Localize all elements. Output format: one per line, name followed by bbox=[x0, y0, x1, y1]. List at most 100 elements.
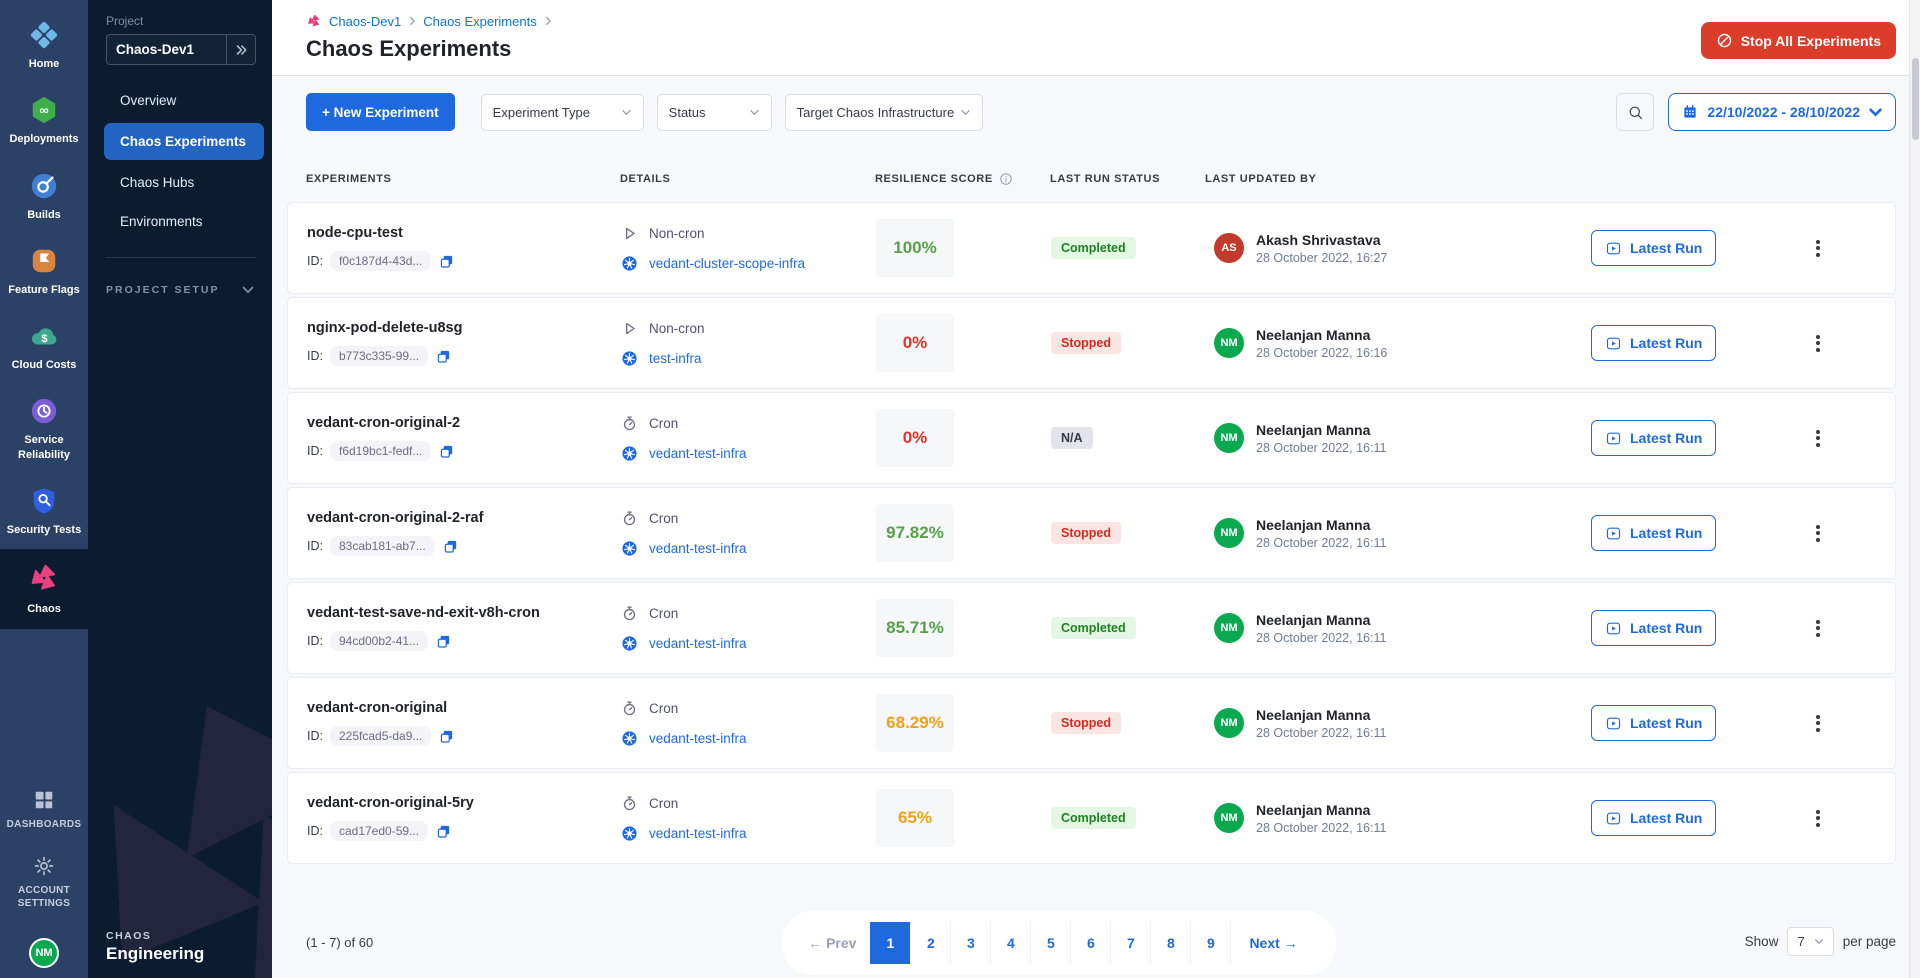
nav-item-chaos-experiments[interactable]: Chaos Experiments bbox=[104, 123, 264, 160]
dashboards-icon bbox=[33, 789, 55, 811]
page-button-7[interactable]: 7 bbox=[1110, 922, 1150, 964]
infrastructure-link[interactable]: vedant-test-infra bbox=[649, 446, 747, 461]
infrastructure-link[interactable]: vedant-cluster-scope-infra bbox=[649, 256, 805, 271]
cron-icon bbox=[621, 510, 638, 527]
sidebar-item-home[interactable]: Home bbox=[0, 8, 88, 83]
breadcrumb-chaos-experiments[interactable]: Chaos Experiments bbox=[423, 14, 536, 29]
sidebar-item-account-settings[interactable]: ACCOUNT SETTINGS bbox=[0, 843, 88, 922]
info-icon[interactable] bbox=[999, 172, 1013, 186]
date-range-picker[interactable]: 22/10/2022 - 28/10/2022 bbox=[1668, 93, 1896, 131]
latest-run-button[interactable]: Latest Run bbox=[1591, 705, 1716, 741]
next-page-button[interactable]: Next bbox=[1230, 922, 1315, 964]
updated-timestamp: 28 October 2022, 16:16 bbox=[1256, 346, 1387, 360]
user-name: Neelanjan Manna bbox=[1256, 707, 1386, 723]
sidebar-item-feature-flags[interactable]: Feature Flags bbox=[0, 234, 88, 309]
table-row[interactable]: vedant-cron-original-2 ID: f6d19bc1-fedf… bbox=[287, 392, 1896, 484]
table-row[interactable]: nginx-pod-delete-u8sg ID: b773c335-99...… bbox=[287, 297, 1896, 389]
experiment-name[interactable]: vedant-cron-original-5ry bbox=[307, 795, 621, 811]
copy-icon[interactable] bbox=[435, 348, 452, 365]
sidebar-item-label: Builds bbox=[27, 208, 61, 222]
infrastructure-link[interactable]: test-infra bbox=[649, 351, 702, 366]
kebab-menu[interactable] bbox=[1810, 706, 1826, 740]
per-page-select[interactable]: 7 bbox=[1787, 927, 1833, 956]
nav-item-chaos-hubs[interactable]: Chaos Hubs bbox=[88, 163, 272, 202]
scrollbar[interactable] bbox=[1909, 0, 1920, 978]
copy-icon[interactable] bbox=[438, 443, 455, 460]
kebab-menu[interactable] bbox=[1810, 516, 1826, 550]
infrastructure-link[interactable]: vedant-test-infra bbox=[649, 826, 747, 841]
status-filter[interactable]: Status bbox=[657, 94, 772, 131]
sidebar-item-dashboards[interactable]: DASHBOARDS bbox=[4, 777, 85, 843]
table-row[interactable]: vedant-cron-original-5ry ID: cad17ed0-59… bbox=[287, 772, 1896, 864]
page-button-5[interactable]: 5 bbox=[1030, 922, 1070, 964]
copy-icon[interactable] bbox=[438, 728, 455, 745]
latest-run-button[interactable]: Latest Run bbox=[1591, 325, 1716, 361]
details-cell: Non-cron test-infra bbox=[621, 320, 876, 367]
sidebar-item-chaos[interactable]: Chaos bbox=[0, 549, 88, 628]
copy-icon[interactable] bbox=[435, 633, 452, 650]
latest-run-button[interactable]: Latest Run bbox=[1591, 800, 1716, 836]
user-avatar[interactable]: NM bbox=[29, 938, 59, 968]
search-button[interactable] bbox=[1616, 93, 1654, 131]
kubernetes-icon bbox=[621, 635, 638, 652]
table-row[interactable]: vedant-test-save-nd-exit-v8h-cron ID: 94… bbox=[287, 582, 1896, 674]
infrastructure-link[interactable]: vedant-test-infra bbox=[649, 636, 747, 651]
page-button-1[interactable]: 1 bbox=[870, 922, 910, 964]
experiment-name[interactable]: vedant-cron-original-2-raf bbox=[307, 510, 621, 526]
page-button-4[interactable]: 4 bbox=[990, 922, 1030, 964]
nav-item-overview[interactable]: Overview bbox=[88, 81, 272, 120]
project-selector[interactable]: Chaos-Dev1 bbox=[106, 34, 256, 65]
project-setup-toggle[interactable]: PROJECT SETUP bbox=[106, 284, 254, 296]
deployments-icon: ∞ bbox=[29, 95, 59, 125]
latest-run-button[interactable]: Latest Run bbox=[1591, 515, 1716, 551]
infrastructure-link[interactable]: vedant-test-infra bbox=[649, 731, 747, 746]
latest-run-label: Latest Run bbox=[1630, 715, 1702, 731]
infrastructure-link[interactable]: vedant-test-infra bbox=[649, 541, 747, 556]
page-button-2[interactable]: 2 bbox=[910, 922, 950, 964]
prev-page-button[interactable]: Prev bbox=[802, 922, 870, 964]
latest-run-button[interactable]: Latest Run bbox=[1591, 420, 1716, 456]
latest-run-button[interactable]: Latest Run bbox=[1591, 610, 1716, 646]
avatar: NM bbox=[1214, 518, 1244, 548]
sidebar-item-service-reliability[interactable]: Service Reliability bbox=[0, 384, 88, 474]
experiment-name[interactable]: node-cpu-test bbox=[307, 225, 621, 241]
experiment-name[interactable]: vedant-cron-original-2 bbox=[307, 415, 621, 431]
scrollbar-thumb[interactable] bbox=[1912, 58, 1919, 140]
kebab-menu[interactable] bbox=[1810, 421, 1826, 455]
table-row[interactable]: vedant-cron-original ID: 225fcad5-da9...… bbox=[287, 677, 1896, 769]
chaos-watermark-logo bbox=[88, 593, 272, 978]
sidebar-item-cloud-costs[interactable]: $ Cloud Costs bbox=[0, 309, 88, 384]
page-button-8[interactable]: 8 bbox=[1150, 922, 1190, 964]
table-row[interactable]: vedant-cron-original-2-raf ID: 83cab181-… bbox=[287, 487, 1896, 579]
copy-icon[interactable] bbox=[435, 823, 452, 840]
sidebar-item-builds[interactable]: Builds bbox=[0, 159, 88, 234]
nav-item-environments[interactable]: Environments bbox=[88, 202, 272, 241]
latest-run-label: Latest Run bbox=[1630, 335, 1702, 351]
stop-all-experiments-button[interactable]: Stop All Experiments bbox=[1701, 22, 1896, 59]
double-chevron-right-icon[interactable] bbox=[226, 35, 255, 64]
new-experiment-button[interactable]: + New Experiment bbox=[306, 93, 455, 131]
table-row[interactable]: node-cpu-test ID: f0c187d4-43d... Non-cr… bbox=[287, 202, 1896, 294]
copy-icon[interactable] bbox=[442, 538, 459, 555]
kebab-menu[interactable] bbox=[1810, 611, 1826, 645]
breadcrumb-project[interactable]: Chaos-Dev1 bbox=[329, 14, 401, 29]
id-label: ID: bbox=[307, 634, 323, 648]
copy-icon[interactable] bbox=[438, 253, 455, 270]
experiment-name[interactable]: nginx-pod-delete-u8sg bbox=[307, 320, 621, 336]
experiment-id: f6d19bc1-fedf... bbox=[330, 441, 431, 461]
page-button-6[interactable]: 6 bbox=[1070, 922, 1110, 964]
target-infrastructure-filter[interactable]: Target Chaos Infrastructure bbox=[785, 94, 983, 131]
schedule-type: Cron bbox=[649, 416, 678, 431]
kebab-menu[interactable] bbox=[1810, 801, 1826, 835]
experiment-name[interactable]: vedant-cron-original bbox=[307, 700, 621, 716]
sidebar-item-deployments[interactable]: ∞ Deployments bbox=[0, 83, 88, 158]
experiment-type-filter[interactable]: Experiment Type bbox=[481, 94, 644, 131]
page-button-9[interactable]: 9 bbox=[1190, 922, 1230, 964]
page-button-3[interactable]: 3 bbox=[950, 922, 990, 964]
kebab-menu[interactable] bbox=[1810, 326, 1826, 360]
kebab-menu[interactable] bbox=[1810, 231, 1826, 265]
experiment-name[interactable]: vedant-test-save-nd-exit-v8h-cron bbox=[307, 605, 621, 621]
updated-by-cell: NM Neelanjan Manna 28 October 2022, 16:1… bbox=[1206, 802, 1591, 835]
sidebar-item-security-tests[interactable]: Security Tests bbox=[0, 474, 88, 549]
latest-run-button[interactable]: Latest Run bbox=[1591, 230, 1716, 266]
